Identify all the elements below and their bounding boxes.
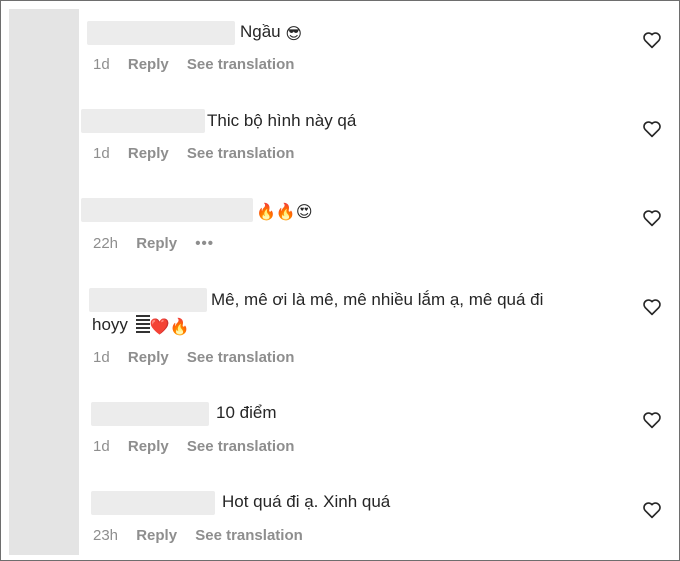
see-translation-button[interactable]: See translation: [195, 527, 303, 544]
avatar-column: [9, 9, 79, 555]
timestamp: 1d: [93, 438, 110, 455]
heart-icon[interactable]: [642, 298, 662, 316]
comment-meta: 23h Reply See translation: [93, 527, 317, 544]
username-redacted[interactable]: [81, 109, 205, 133]
reply-button[interactable]: Reply: [128, 349, 169, 366]
username-redacted[interactable]: [91, 491, 215, 515]
username-redacted[interactable]: [81, 198, 253, 222]
reply-button[interactable]: Reply: [128, 145, 169, 162]
comment-text-line1: Mê, mê ơi là mê, mê nhiều lắm ạ, mê quá …: [211, 290, 544, 309]
heart-icon[interactable]: [642, 209, 662, 227]
see-translation-button[interactable]: See translation: [187, 349, 295, 366]
heart-icon[interactable]: [642, 120, 662, 138]
timestamp: 22h: [93, 235, 119, 252]
comment-meta: 1d Reply See translation: [93, 349, 308, 366]
see-translation-button[interactable]: See translation: [187, 438, 295, 455]
red-heart-emoji: ❤️: [149, 319, 170, 336]
comment-meta: 22h Reply •••: [93, 235, 228, 252]
timestamp: 23h: [93, 527, 119, 544]
comment-text: Hot quá đi ạ. Xinh quá: [222, 492, 391, 511]
comment-text: 10 điểm: [216, 403, 277, 422]
comments-panel: Ngầu 😎 1d Reply See translation Thic bộ …: [0, 0, 680, 561]
see-translation-button[interactable]: See translation: [187, 56, 295, 73]
username-redacted[interactable]: [87, 21, 235, 45]
timestamp: 1d: [93, 349, 110, 366]
timestamp: 1d: [93, 56, 110, 73]
reply-button[interactable]: Reply: [128, 56, 169, 73]
comment-text-line2: hoyy ❤️🔥: [92, 315, 190, 336]
sunglasses-emoji: 😎: [285, 26, 303, 43]
heart-icon[interactable]: [642, 411, 662, 429]
comment-meta: 1d Reply See translation: [93, 438, 308, 455]
comment-text: Ngầu 😎: [240, 22, 303, 43]
more-options-icon[interactable]: •••: [195, 235, 214, 252]
reply-button[interactable]: Reply: [136, 527, 177, 544]
heart-icon[interactable]: [642, 31, 662, 49]
text-bars-emoji: [135, 315, 150, 333]
heart-eyes-emoji: 😍: [295, 204, 313, 221]
fire-emoji: 🔥: [256, 204, 276, 221]
comment-meta: 1d Reply See translation: [93, 145, 308, 162]
heart-icon[interactable]: [642, 501, 662, 519]
fire-emoji: 🔥: [169, 319, 190, 336]
reply-button[interactable]: Reply: [136, 235, 177, 252]
comment-text: 🔥🔥😍: [256, 199, 313, 221]
fire-emoji: 🔥: [275, 204, 296, 221]
username-redacted[interactable]: [89, 288, 207, 312]
comment-meta: 1d Reply See translation: [93, 56, 308, 73]
see-translation-button[interactable]: See translation: [187, 145, 295, 162]
timestamp: 1d: [93, 145, 110, 162]
comment-text: Thic bộ hình này qá: [207, 111, 357, 130]
username-redacted[interactable]: [91, 402, 209, 426]
reply-button[interactable]: Reply: [128, 438, 169, 455]
